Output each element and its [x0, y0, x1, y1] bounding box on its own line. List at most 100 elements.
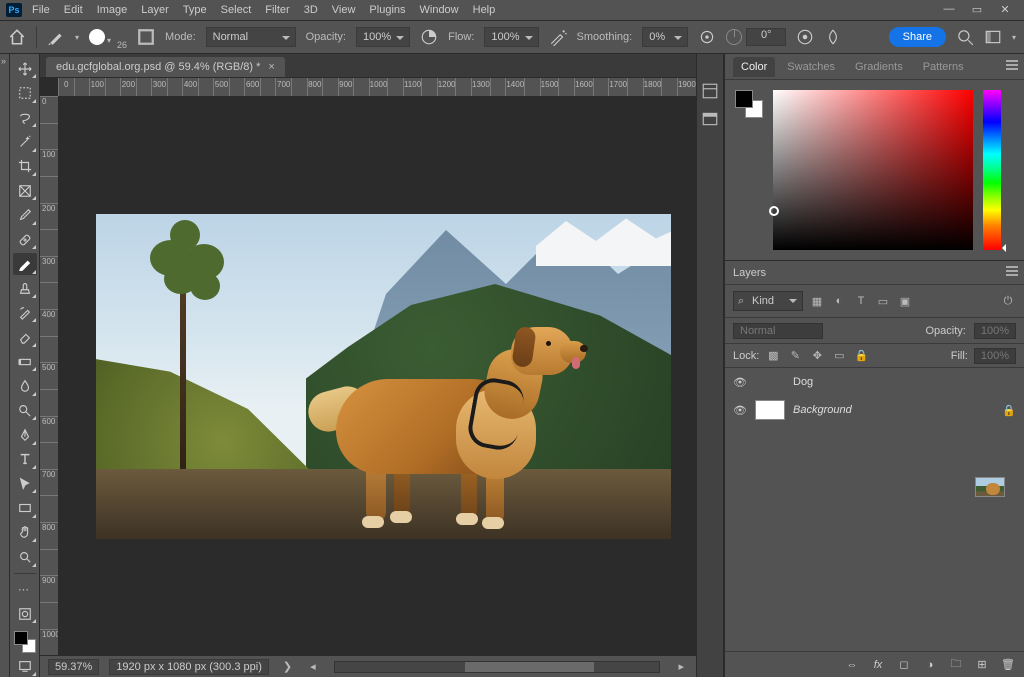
brush-settings-icon[interactable]: [137, 28, 155, 46]
frame-tool-icon[interactable]: [13, 180, 37, 201]
history-brush-tool-icon[interactable]: [13, 302, 37, 323]
quick-mask-icon[interactable]: [13, 603, 37, 624]
filter-pixel-icon[interactable]: ▦: [809, 293, 825, 309]
gradient-tool-icon[interactable]: [13, 351, 37, 372]
panel-menu-icon[interactable]: [1006, 60, 1018, 73]
eyedropper-tool-icon[interactable]: [13, 204, 37, 225]
window-minimize-icon[interactable]: —: [942, 3, 956, 17]
share-button[interactable]: Share: [889, 27, 946, 47]
scroll-right-icon[interactable]: ▸: [674, 660, 688, 673]
tab-gradients[interactable]: Gradients: [847, 57, 911, 77]
blur-tool-icon[interactable]: [13, 375, 37, 396]
adjustment-layer-icon[interactable]: ◑: [922, 657, 938, 673]
horizontal-scrollbar[interactable]: [334, 661, 661, 673]
menu-plugins[interactable]: Plugins: [363, 2, 411, 18]
type-tool-icon[interactable]: [13, 449, 37, 470]
symmetry-icon[interactable]: [824, 28, 842, 46]
magic-wand-tool-icon[interactable]: [13, 131, 37, 152]
hue-slider[interactable]: [983, 90, 1001, 250]
delete-layer-icon[interactable]: 🗑: [1000, 657, 1016, 673]
color-fg-bg-swatch[interactable]: [735, 90, 763, 118]
tab-patterns[interactable]: Patterns: [915, 57, 972, 77]
layer-mask-icon[interactable]: ◻: [896, 657, 912, 673]
ruler-vertical[interactable]: 01002003004005006007008009001000: [40, 96, 58, 655]
blend-mode-dropdown[interactable]: Normal: [206, 27, 296, 47]
lock-artboard-icon[interactable]: ▭: [831, 348, 847, 364]
brush-tool-icon[interactable]: [13, 253, 37, 274]
layer-group-icon[interactable]: 🗀: [948, 657, 964, 673]
link-layers-icon[interactable]: ⇔: [844, 657, 860, 673]
edit-toolbar-icon[interactable]: ⋯: [13, 579, 37, 600]
menu-view[interactable]: View: [326, 2, 362, 18]
layer-row[interactable]: 👁 Background 🔒: [725, 396, 1024, 424]
airbrush-icon[interactable]: [549, 28, 567, 46]
ruler-horizontal[interactable]: 0100200300400500600700800900100011001200…: [58, 78, 696, 96]
search-icon[interactable]: [956, 28, 974, 46]
menu-select[interactable]: Select: [215, 2, 258, 18]
pressure-opacity-icon[interactable]: [420, 28, 438, 46]
rectangle-tool-icon[interactable]: [13, 497, 37, 518]
move-tool-icon[interactable]: [13, 58, 37, 79]
hand-tool-icon[interactable]: [13, 522, 37, 543]
clone-stamp-tool-icon[interactable]: [13, 278, 37, 299]
status-popup-icon[interactable]: ❯: [279, 660, 296, 673]
layer-visibility-icon[interactable]: 👁: [733, 376, 747, 389]
filter-adjust-icon[interactable]: ◐: [831, 293, 847, 309]
tool-strip-collapse[interactable]: [0, 54, 10, 677]
layer-thumbnail[interactable]: [755, 400, 785, 420]
workspace-switcher-icon[interactable]: [984, 28, 1002, 46]
close-tab-icon[interactable]: ×: [268, 61, 274, 73]
tab-color[interactable]: Color: [733, 57, 775, 77]
smoothing-options-icon[interactable]: [698, 28, 716, 46]
collapsed-panel-icon[interactable]: [701, 82, 719, 100]
layer-row[interactable]: 👁 Dog: [725, 368, 1024, 396]
canvas[interactable]: [58, 96, 696, 655]
collapsed-panel-icon[interactable]: [701, 110, 719, 128]
new-layer-icon[interactable]: ⊞: [974, 657, 990, 673]
brush-size-preview-icon[interactable]: [89, 29, 105, 45]
filter-toggle-icon[interactable]: ⏻: [1000, 293, 1016, 309]
window-maximize-icon[interactable]: ▭: [970, 3, 984, 17]
path-selection-tool-icon[interactable]: [13, 473, 37, 494]
dodge-tool-icon[interactable]: [13, 400, 37, 421]
opacity-dropdown[interactable]: 100%: [356, 27, 410, 47]
brush-angle-input[interactable]: 0°: [746, 28, 786, 46]
menu-file[interactable]: File: [26, 2, 56, 18]
filter-type-icon[interactable]: T: [853, 293, 869, 309]
layer-filter-kind-dropdown[interactable]: Kind: [733, 291, 803, 311]
eraser-tool-icon[interactable]: [13, 326, 37, 347]
lock-position-icon[interactable]: ✥: [809, 348, 825, 364]
menu-layer[interactable]: Layer: [135, 2, 175, 18]
layer-style-icon[interactable]: fx: [870, 657, 886, 673]
menu-filter[interactable]: Filter: [259, 2, 295, 18]
window-close-icon[interactable]: ✕: [998, 3, 1012, 17]
home-icon[interactable]: [8, 28, 26, 46]
color-field[interactable]: [773, 90, 973, 250]
pressure-size-icon[interactable]: [796, 28, 814, 46]
marquee-tool-icon[interactable]: [13, 82, 37, 103]
menu-window[interactable]: Window: [414, 2, 465, 18]
menu-image[interactable]: Image: [91, 2, 134, 18]
tab-swatches[interactable]: Swatches: [779, 57, 843, 77]
document-tab[interactable]: edu.gcfglobal.org.psd @ 59.4% (RGB/8) * …: [46, 57, 285, 77]
lock-all-icon[interactable]: 🔒: [853, 348, 869, 364]
pen-tool-icon[interactable]: [13, 424, 37, 445]
scroll-left-icon[interactable]: ◂: [306, 660, 320, 673]
healing-brush-tool-icon[interactable]: [13, 229, 37, 250]
layer-visibility-icon[interactable]: 👁: [733, 404, 747, 417]
menu-help[interactable]: Help: [467, 2, 502, 18]
zoom-tool-icon[interactable]: [13, 546, 37, 567]
panel-menu-icon[interactable]: [1006, 266, 1018, 279]
crop-tool-icon[interactable]: [13, 156, 37, 177]
menu-type[interactable]: Type: [177, 2, 213, 18]
brush-preset-icon[interactable]: [47, 28, 65, 46]
flow-dropdown[interactable]: 100%: [484, 27, 538, 47]
layer-name[interactable]: Dog: [793, 376, 1016, 388]
layer-name[interactable]: Background: [793, 404, 994, 416]
zoom-level[interactable]: 59.37%: [48, 659, 99, 675]
menu-3d[interactable]: 3D: [298, 2, 324, 18]
tab-layers[interactable]: Layers: [733, 267, 766, 279]
brush-angle-dial-icon[interactable]: [726, 29, 742, 45]
screen-mode-icon[interactable]: [13, 656, 37, 677]
lasso-tool-icon[interactable]: [13, 107, 37, 128]
